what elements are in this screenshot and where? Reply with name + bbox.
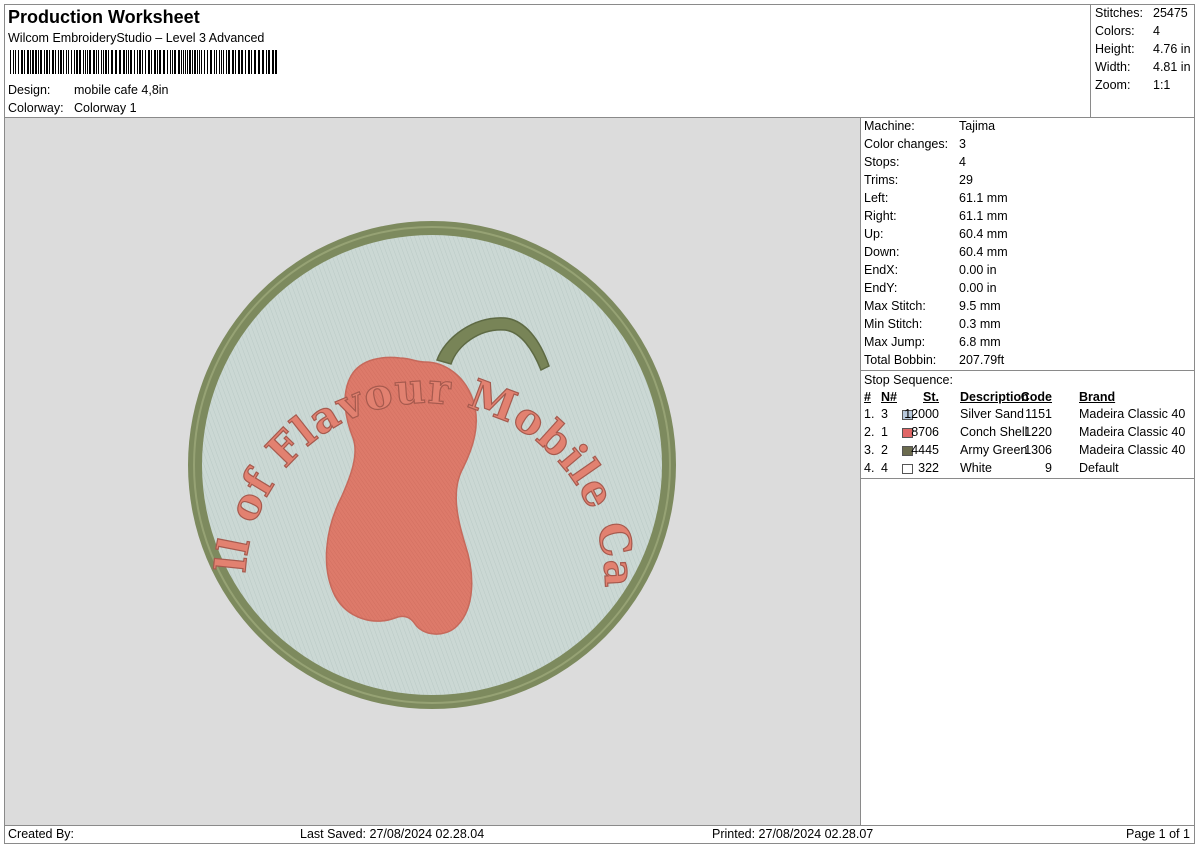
col-needle-header: N# <box>881 390 897 404</box>
footer-page-number: Page 1 of 1 <box>1126 827 1190 841</box>
row-needle: 3 <box>881 407 888 421</box>
row-stitches: 8706 <box>911 425 939 439</box>
page-title: Production Worksheet <box>8 7 200 27</box>
table-row: 2. 1 8706 Conch Shell 1220 Madeira Class… <box>864 425 1194 443</box>
colorway-row: Colorway: Colorway 1 <box>8 101 308 117</box>
design-row: Design: mobile cafe 4,8in <box>8 83 308 99</box>
colorway-value: Colorway 1 <box>74 101 137 115</box>
software-name: Wilcom EmbroideryStudio – Level 3 Advanc… <box>8 31 265 45</box>
col-brand-header: Brand <box>1079 390 1116 404</box>
design-label: Design: <box>8 83 51 97</box>
stop-sequence-header: # N# St. Description Code Brand <box>864 390 1194 408</box>
row-code: 9 <box>1045 461 1052 475</box>
row-brand: Madeira Classic 40 <box>1079 443 1186 457</box>
footer-created-by: Created By: <box>8 827 75 841</box>
row-code: 1151 <box>1025 407 1052 421</box>
row-brand: Madeira Classic 40 <box>1079 425 1186 439</box>
stop-sequence-divider <box>861 370 1194 371</box>
row-index: 4. <box>864 461 875 475</box>
row-description: Conch Shell <box>960 425 1028 439</box>
row-needle: 4 <box>881 461 888 475</box>
row-index: 1. <box>864 407 875 421</box>
row-description: Silver Sand <box>960 407 1024 421</box>
stats-divider <box>1090 5 1091 117</box>
design-value: mobile cafe 4,8in <box>74 83 169 97</box>
table-row: 3. 2 4445 Army Green 1306 Madeira Classi… <box>864 443 1194 461</box>
col-stitches-header: St. <box>923 390 939 404</box>
panel-divider <box>860 118 861 825</box>
row-code: 1220 <box>1024 425 1052 439</box>
row-index: 3. <box>864 443 875 457</box>
row-needle: 2 <box>881 443 888 457</box>
row-brand: Default <box>1079 461 1119 475</box>
row-index: 2. <box>864 425 875 439</box>
row-stitches: 322 <box>918 461 939 475</box>
design-preview: Full of Flavour Mobile Cafe <box>0 78 860 825</box>
row-description: White <box>960 461 992 475</box>
colorway-label: Colorway: <box>8 101 64 115</box>
footer-last-saved: Last Saved: 27/08/2024 02.28.04 <box>300 827 485 841</box>
stop-sequence-title: Stop Sequence: <box>864 373 953 387</box>
row-stitches: 4445 <box>911 443 939 457</box>
col-index-header: # <box>864 390 871 404</box>
barcode <box>10 50 277 74</box>
table-row: 4. 4 322 White 9 Default <box>864 461 1194 479</box>
footer-printed: Printed: 27/08/2024 02.28.07 <box>712 827 874 841</box>
row-brand: Madeira Classic 40 <box>1079 407 1186 421</box>
embroidery-design: Full of Flavour Mobile Cafe <box>0 78 676 709</box>
row-stitches: 12000 <box>904 407 939 421</box>
row-needle: 1 <box>881 425 888 439</box>
footer-divider <box>5 825 1194 826</box>
table-row: 1. 3 12000 Silver Sand 1151 Madeira Clas… <box>864 407 1194 425</box>
row-description: Army Green <box>960 443 1028 457</box>
row-code: 1306 <box>1024 443 1052 457</box>
color-swatch <box>902 464 913 474</box>
col-code-header: Code <box>1020 390 1052 404</box>
col-description-header: Description <box>960 390 1029 404</box>
